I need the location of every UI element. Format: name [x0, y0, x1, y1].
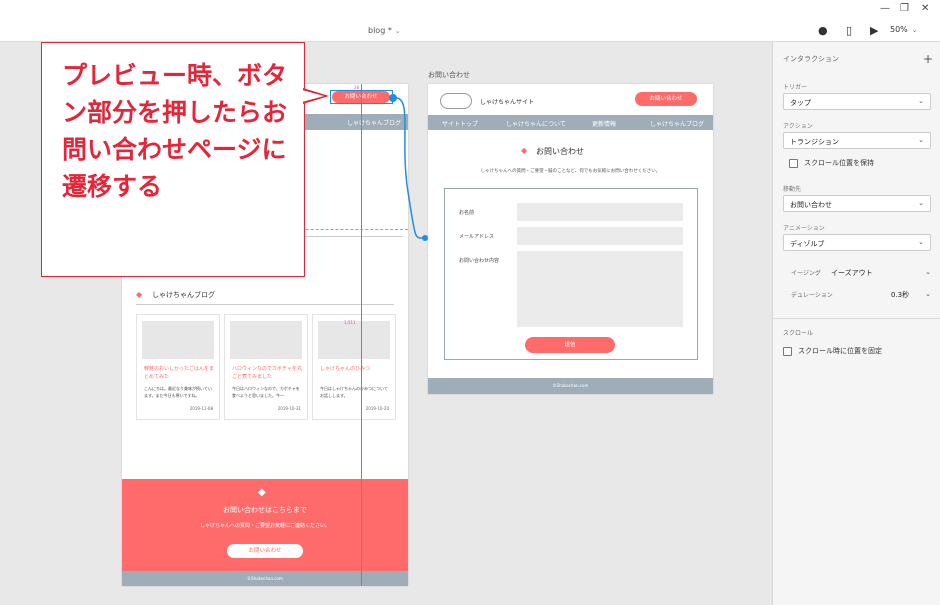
action-select[interactable]: トランジション ⌄: [783, 132, 931, 149]
user-icon[interactable]: ●: [818, 24, 828, 37]
chevron-down-icon: ⌄: [925, 268, 931, 276]
keep-scroll-checkbox[interactable]: スクロール位置を保持: [789, 158, 874, 168]
duration-row[interactable]: デュレーション 0.3秒 ⌄: [791, 290, 931, 299]
interaction-panel: インタラクション + トリガー タップ ⌄ アクション トランジション ⌄ スクロー…: [772, 42, 940, 605]
callout-pointer-inner: [302, 90, 324, 102]
destination-label: 移動先: [783, 186, 802, 193]
animation-label: アニメーション: [783, 225, 825, 232]
divider: [773, 318, 940, 319]
chevron-down-icon: ⌄: [918, 136, 924, 144]
trigger-select[interactable]: タップ ⌄: [783, 93, 931, 110]
chevron-down-icon: ⌄: [918, 199, 924, 207]
destination-select[interactable]: お問い合わせ ⌄: [783, 195, 931, 212]
plus-icon[interactable]: +: [923, 52, 933, 66]
chevron-down-icon: ⌄: [918, 97, 924, 105]
chevron-down-icon: ⌄: [394, 27, 401, 35]
checkbox-icon: [789, 158, 798, 168]
play-icon[interactable]: ▶: [870, 24, 878, 37]
fix-scroll-checkbox[interactable]: スクロール時に位置を固定: [783, 346, 882, 356]
action-label: アクション: [783, 123, 813, 130]
annotation-callout: プレビュー時、ボタン部分を押したらお問い合わせページに遷移する: [41, 42, 305, 277]
selection-box[interactable]: [330, 90, 393, 104]
chevron-down-icon: ⌄: [918, 238, 924, 246]
scroll-heading: スクロール: [783, 330, 814, 337]
callout-text: プレビュー時、ボタン部分を押したらお問い合わせページに遷移する: [62, 61, 288, 201]
chevron-down-icon: ⌄: [911, 26, 918, 34]
animation-select[interactable]: ディゾルブ ⌄: [783, 234, 931, 251]
panel-title: インタラクション: [783, 55, 839, 63]
trigger-label: トリガー: [783, 84, 808, 91]
checkbox-icon: [783, 346, 792, 356]
easing-row[interactable]: イージング イーズアウト ⌄: [791, 268, 931, 277]
document-title[interactable]: blog * ⌄: [368, 26, 401, 35]
chevron-down-icon: ⌄: [925, 290, 931, 298]
minimize-icon[interactable]: —: [880, 3, 890, 14]
close-icon[interactable]: ✕: [921, 3, 929, 14]
mobile-preview-icon[interactable]: ▯: [846, 24, 852, 37]
app-toolbar: — ❐ ✕ blog * ⌄ ● ▯ ▶ 50% ⌄: [0, 0, 940, 42]
restore-icon[interactable]: ❐: [900, 3, 909, 14]
zoom-level[interactable]: 50% ⌄: [890, 25, 918, 34]
